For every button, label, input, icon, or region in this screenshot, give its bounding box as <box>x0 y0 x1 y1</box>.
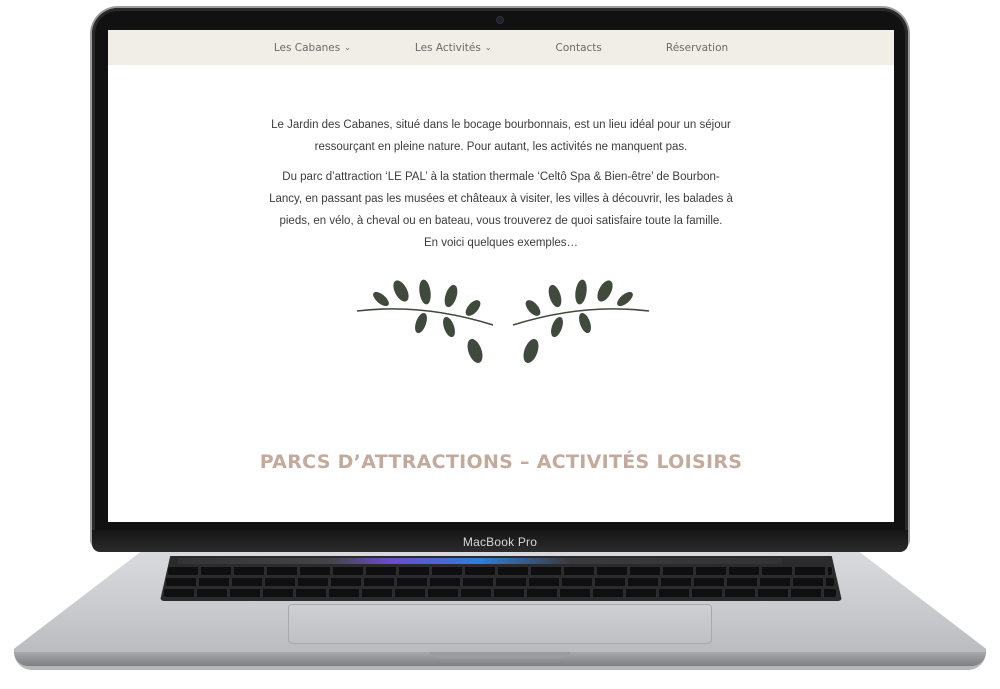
laptop-brand-label: MacBook Pro <box>462 535 538 549</box>
website-viewport: Les Cabanes ⌄ Les Activités ⌄ Contacts R… <box>108 30 894 522</box>
details-line: En voici quelques exemples… <box>423 237 579 249</box>
laptop-opening-notch <box>430 652 570 658</box>
trackpad <box>288 604 712 644</box>
camera-icon <box>497 17 503 23</box>
intro-line: Le Jardin des Cabanes, situé dans le boc… <box>271 119 731 131</box>
details-line: Lancy, en passant pas les musées et chât… <box>269 193 733 205</box>
keyboard-row <box>166 578 834 586</box>
nav-item-label: Les Cabanes <box>273 41 341 54</box>
touch-bar <box>178 558 782 564</box>
intro-paragraph: Le Jardin des Cabanes, situé dans le boc… <box>228 114 774 158</box>
details-paragraph: Du parc d’attraction ‘LE PAL’ à la stati… <box>228 166 774 254</box>
top-navigation: Les Cabanes ⌄ Les Activités ⌄ Contacts R… <box>108 30 894 65</box>
keyboard-row <box>164 589 836 597</box>
nav-item-les-cabanes[interactable]: Les Cabanes ⌄ <box>274 42 351 54</box>
details-line: pieds, en vélo, à cheval ou en bateau, v… <box>279 215 723 227</box>
nav-item-label: Réservation <box>665 41 729 54</box>
nav-item-label: Contacts <box>555 41 602 54</box>
chevron-down-icon: ⌄ <box>344 43 351 52</box>
section-title: PARCS D’ATTRACTIONS – ACTIVITÉS LOISIRS <box>259 451 743 473</box>
olive-branch-icon <box>356 279 650 363</box>
intro-content: Le Jardin des Cabanes, situé dans le boc… <box>228 114 774 262</box>
intro-line: ressourçant en pleine nature. Pour autan… <box>314 141 688 153</box>
details-line: Du parc d’attraction ‘LE PAL’ à la stati… <box>282 171 720 183</box>
chevron-down-icon: ⌄ <box>484 43 492 52</box>
nav-item-contacts[interactable]: Contacts <box>556 42 602 54</box>
nav-item-les-activites[interactable]: Les Activités ⌄ <box>415 42 492 54</box>
nav-item-label: Les Activités <box>414 41 481 54</box>
keyboard-row <box>168 567 832 575</box>
nav-item-reservation[interactable]: Réservation <box>666 42 728 54</box>
